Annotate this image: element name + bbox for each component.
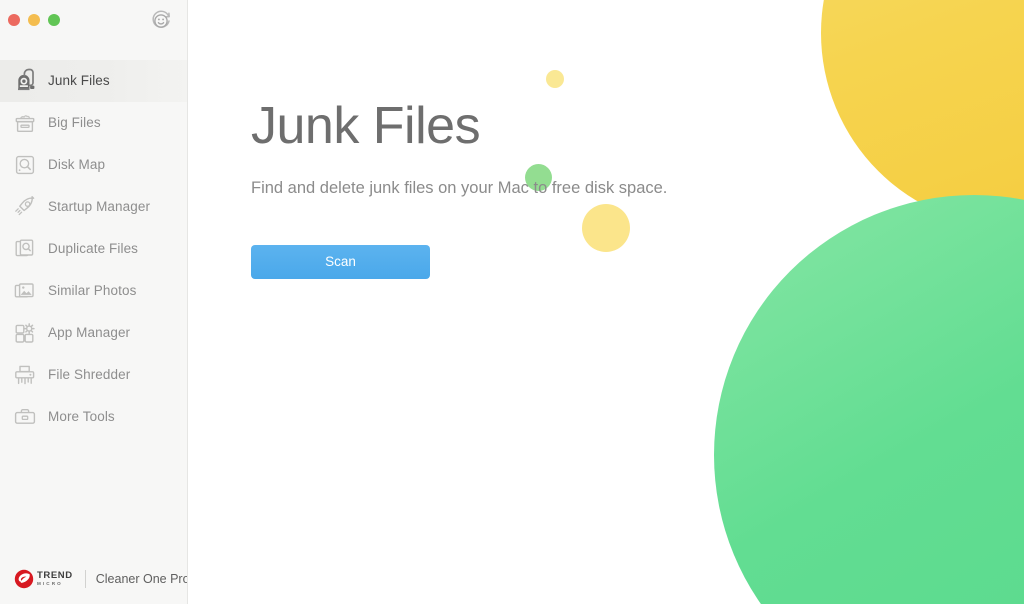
sidebar-item-label: App Manager xyxy=(48,325,131,341)
toolbox-icon xyxy=(10,402,40,432)
sidebar-item-label: More Tools xyxy=(48,409,115,425)
scan-button[interactable]: Scan xyxy=(251,244,430,279)
rocket-icon xyxy=(10,192,40,222)
sidebar-item-file-shredder[interactable]: File Shredder xyxy=(0,354,187,396)
brand-wordmark: TREND MICRO xyxy=(37,571,73,587)
brand-divider xyxy=(84,570,86,588)
sidebar-item-similar-photos[interactable]: Similar Photos xyxy=(0,270,187,312)
sidebar-item-big-files[interactable]: Big Files xyxy=(0,102,187,144)
sidebar-item-junk-files[interactable]: Junk Files xyxy=(0,60,187,102)
feedback-button[interactable] xyxy=(148,8,174,34)
main-content: Junk Files Find and delete junk files on… xyxy=(189,0,1024,604)
window-controls xyxy=(8,14,60,26)
photos-stack-icon xyxy=(10,276,40,306)
title-bar xyxy=(0,0,187,44)
minimize-button[interactable] xyxy=(28,14,40,26)
sidebar-item-label: Duplicate Files xyxy=(48,241,139,257)
storage-box-icon xyxy=(10,108,40,138)
shredder-icon xyxy=(10,360,40,390)
sidebar-item-app-manager[interactable]: App Manager xyxy=(0,312,187,354)
sidebar-item-label: Junk Files xyxy=(48,73,110,89)
yellow-large-circle-decoration xyxy=(821,0,1024,228)
disk-magnifier-icon xyxy=(10,150,40,180)
page-title: Junk Files xyxy=(251,97,481,155)
green-large-circle-decoration xyxy=(714,195,1024,604)
sidebar-item-disk-map[interactable]: Disk Map xyxy=(0,144,187,186)
brand-name-micro: MICRO xyxy=(37,581,63,586)
close-button[interactable] xyxy=(8,14,20,26)
sidebar-item-more-tools[interactable]: More Tools xyxy=(0,396,187,438)
sidebar-item-label: Startup Manager xyxy=(48,199,151,215)
zoom-button[interactable] xyxy=(48,14,60,26)
brand-name-trend: TREND xyxy=(37,570,73,581)
vacuum-cleaner-icon xyxy=(10,66,40,96)
sidebar-item-label: Disk Map xyxy=(48,157,106,173)
sidebar-item-label: Big Files xyxy=(48,115,101,131)
sidebar-item-duplicate-files[interactable]: Duplicate Files xyxy=(0,228,187,270)
sidebar-item-startup-manager[interactable]: Startup Manager xyxy=(0,186,187,228)
sidebar-nav: Junk Files Big Files Disk Map Startup Ma… xyxy=(0,60,187,438)
page-description: Find and delete junk files on your Mac t… xyxy=(251,179,668,198)
product-name: Cleaner One Pro xyxy=(95,572,188,586)
feature-panel: Junk Files Find and delete junk files on… xyxy=(251,0,721,279)
sidebar-item-label: Similar Photos xyxy=(48,283,137,299)
brand-footer: TREND MICRO Cleaner One Pro xyxy=(14,566,188,592)
trend-micro-swirl-icon xyxy=(14,569,34,589)
sidebar-item-label: File Shredder xyxy=(48,367,131,383)
sidebar: Junk Files Big Files Disk Map Startup Ma… xyxy=(0,0,188,604)
smiley-feedback-icon xyxy=(152,10,170,28)
app-grid-gear-icon xyxy=(10,318,40,348)
documents-magnifier-icon xyxy=(10,234,40,264)
app-window: Junk Files Big Files Disk Map Startup Ma… xyxy=(0,0,1024,604)
